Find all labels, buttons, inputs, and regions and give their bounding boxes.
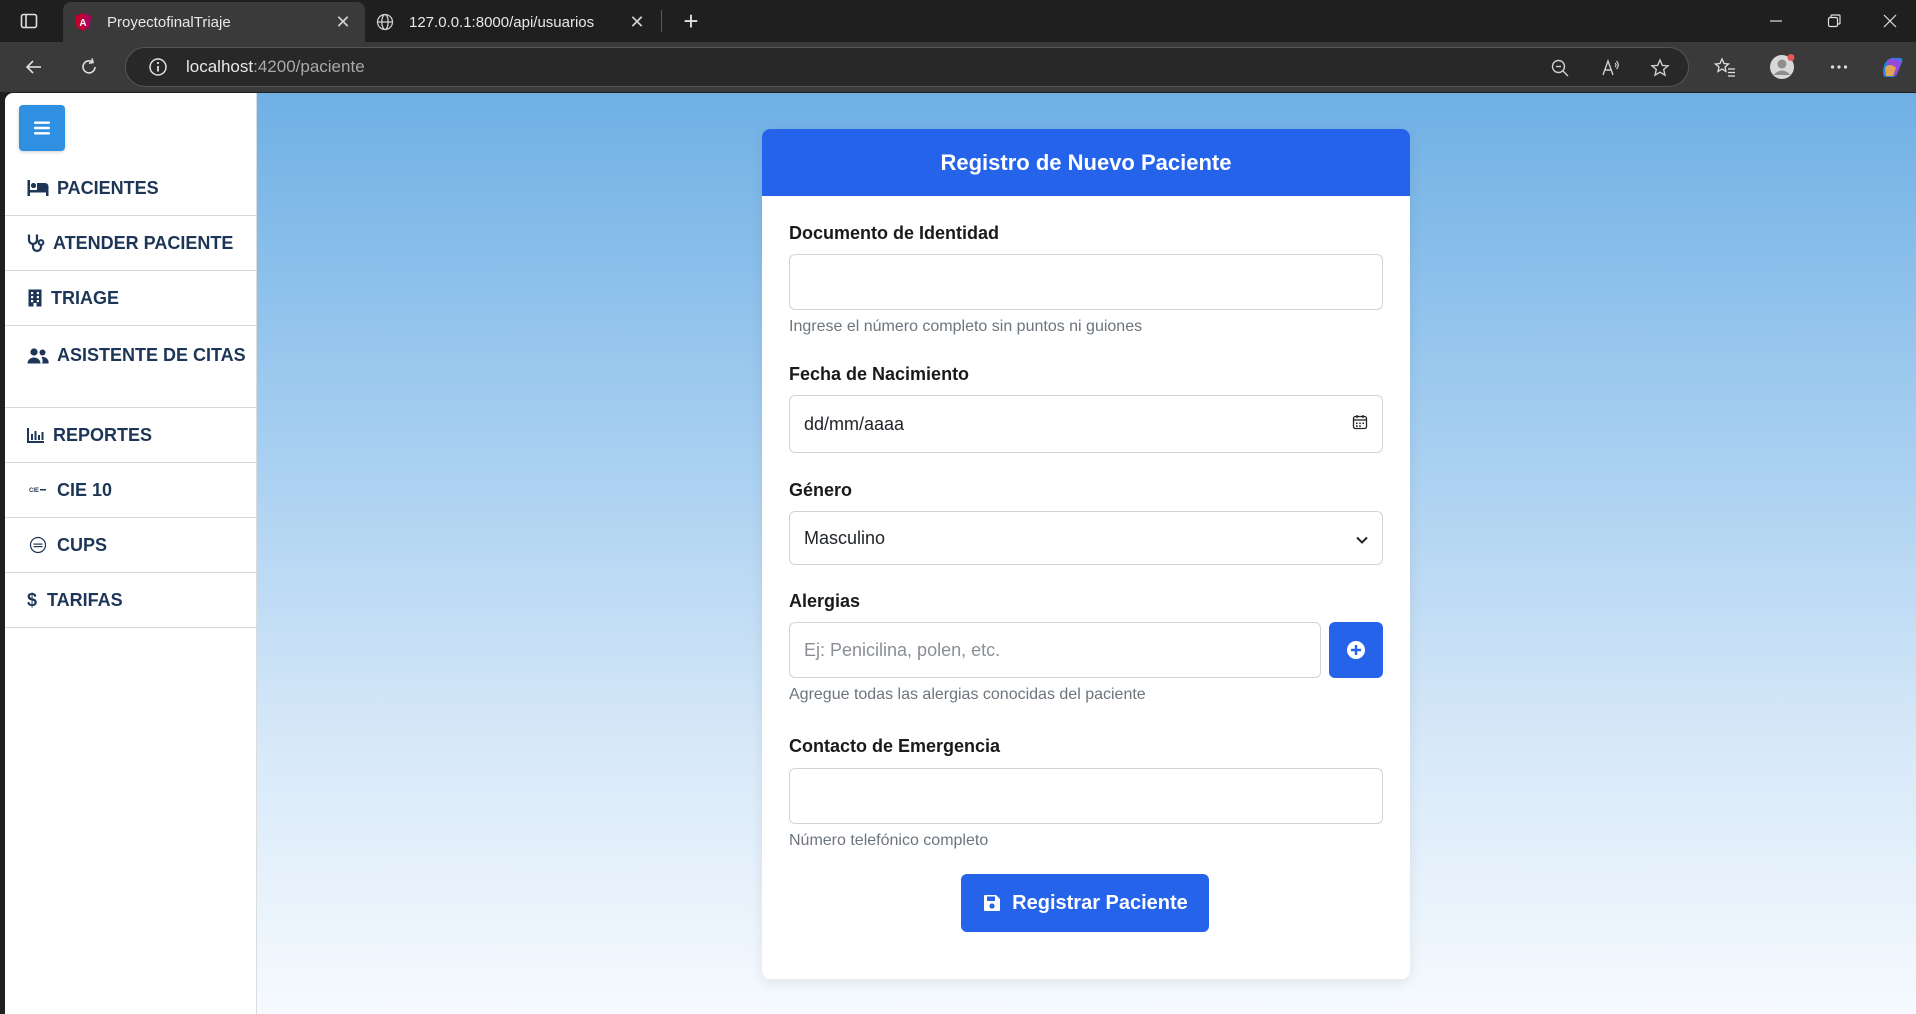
tab-title: ProyectofinalTriaje bbox=[107, 13, 231, 31]
favorite-star-icon[interactable] bbox=[1648, 56, 1672, 80]
sidebar-item-label: PACIENTES bbox=[57, 177, 159, 198]
angular-icon: A bbox=[73, 12, 93, 32]
page-viewport: PACIENTES ATENDER PACIENTE TRIAGE ASISTE… bbox=[5, 93, 1916, 1014]
alergias-label: Alergias bbox=[789, 591, 861, 611]
add-alergia-button[interactable] bbox=[1329, 622, 1383, 678]
browser-tab-bar: A ProyectofinalTriaje ✕ 127.0.0.1:8000/a… bbox=[0, 0, 1916, 42]
genero-label: Género bbox=[789, 480, 853, 500]
bed-icon bbox=[27, 177, 49, 199]
sidebar-item-label: ASISTENTE DE CITAS bbox=[57, 345, 246, 365]
sidebar-nav: PACIENTES ATENDER PACIENTE TRIAGE ASISTE… bbox=[5, 161, 256, 628]
favorites-icon[interactable] bbox=[1709, 51, 1741, 83]
cups-icon bbox=[27, 534, 49, 556]
menu-toggle-button[interactable] bbox=[19, 105, 65, 151]
sidebar: PACIENTES ATENDER PACIENTE TRIAGE ASISTE… bbox=[5, 93, 257, 1014]
fecha-input[interactable]: dd/mm/aaaa bbox=[789, 395, 1383, 453]
alergias-placeholder: Ej: Penicilina, polen, etc. bbox=[804, 639, 1001, 660]
tab-divider bbox=[661, 10, 662, 32]
documento-help: Ingrese el número completo sin puntos ni… bbox=[789, 318, 1143, 335]
sidebar-item-label: REPORTES bbox=[53, 424, 153, 445]
tab-title: 127.0.0.1:8000/api/usuarios bbox=[409, 13, 595, 31]
sidebar-item-triage[interactable]: TRIAGE bbox=[5, 271, 256, 326]
form-title: Registro de Nuevo Paciente bbox=[762, 129, 1410, 196]
reload-icon[interactable] bbox=[73, 51, 105, 83]
genero-select[interactable]: Masculino bbox=[789, 511, 1383, 565]
chart-icon bbox=[27, 424, 45, 446]
more-options-icon[interactable] bbox=[1823, 51, 1855, 83]
sidebar-item-pacientes[interactable]: PACIENTES bbox=[5, 161, 256, 216]
sidebar-item-asistente-de-citas[interactable]: ASISTENTE DE CITAS bbox=[5, 326, 256, 408]
svg-text:CIE: CIE bbox=[29, 488, 39, 494]
sidebar-item-label: CIE 10 bbox=[57, 479, 113, 500]
close-window-icon[interactable] bbox=[1862, 0, 1916, 42]
svg-text:$: $ bbox=[27, 590, 37, 610]
globe-icon bbox=[375, 12, 395, 32]
save-icon bbox=[984, 895, 1001, 911]
restore-icon[interactable] bbox=[1806, 0, 1862, 42]
address-bar[interactable]: localhost:4200/paciente bbox=[125, 47, 1689, 87]
contacto-input[interactable] bbox=[789, 768, 1383, 824]
close-tab-icon[interactable]: ✕ bbox=[623, 8, 651, 36]
cie-icon: CIE bbox=[27, 479, 49, 501]
submit-label: Registrar Paciente bbox=[1012, 891, 1188, 914]
fecha-placeholder: dd/mm/aaaa bbox=[804, 413, 905, 434]
zoom-out-icon[interactable] bbox=[1548, 56, 1572, 80]
browser-toolbar: localhost:4200/paciente bbox=[0, 42, 1916, 92]
sidebar-item-reportes[interactable]: REPORTES bbox=[5, 408, 256, 463]
alergias-input[interactable]: Ej: Penicilina, polen, etc. bbox=[789, 622, 1321, 678]
contacto-label: Contacto de Emergencia bbox=[789, 736, 1001, 756]
sidebar-item-label: TARIFAS bbox=[47, 589, 123, 610]
url-text: localhost:4200/paciente bbox=[186, 57, 365, 76]
fecha-label: Fecha de Nacimiento bbox=[789, 364, 970, 384]
genero-selected: Masculino bbox=[804, 527, 886, 548]
tab-actions-icon[interactable] bbox=[18, 10, 40, 32]
main-content: Registro de Nuevo Paciente Documento de … bbox=[257, 93, 1916, 1014]
tab-proyecto[interactable]: A ProyectofinalTriaje ✕ bbox=[63, 2, 365, 42]
close-tab-icon[interactable]: ✕ bbox=[329, 8, 357, 36]
sidebar-item-cups[interactable]: CUPS bbox=[5, 518, 256, 573]
chevron-down-icon bbox=[1356, 528, 1368, 549]
tab-api-usuarios[interactable]: 127.0.0.1:8000/api/usuarios ✕ bbox=[365, 2, 659, 42]
plus-circle-icon bbox=[1347, 641, 1365, 659]
stethoscope-icon bbox=[27, 232, 45, 254]
new-tab-icon[interactable]: + bbox=[676, 6, 706, 36]
alergias-help: Agregue todas las alergias conocidas del… bbox=[789, 686, 1146, 703]
svg-text:A: A bbox=[79, 18, 86, 29]
hamburger-icon bbox=[34, 121, 50, 135]
minimize-icon[interactable] bbox=[1748, 0, 1804, 42]
calendar-icon[interactable] bbox=[1352, 414, 1368, 435]
sidebar-item-cie-10[interactable]: CIE CIE 10 bbox=[5, 463, 256, 518]
read-aloud-icon[interactable] bbox=[1598, 56, 1622, 80]
registrar-paciente-button[interactable]: Registrar Paciente bbox=[961, 874, 1209, 932]
dollar-icon: $ bbox=[27, 589, 39, 611]
sidebar-item-atender-paciente[interactable]: ATENDER PACIENTE bbox=[5, 216, 256, 271]
documento-label: Documento de Identidad bbox=[789, 223, 1000, 243]
patient-registration-card: Registro de Nuevo Paciente Documento de … bbox=[762, 129, 1410, 979]
sidebar-item-label: CUPS bbox=[57, 534, 108, 555]
sidebar-item-label: TRIAGE bbox=[51, 287, 120, 308]
profile-avatar-icon[interactable] bbox=[1766, 51, 1798, 83]
sidebar-item-tarifas[interactable]: $ TARIFAS bbox=[5, 573, 256, 628]
contacto-help: Número telefónico completo bbox=[789, 832, 989, 849]
site-info-icon[interactable] bbox=[146, 55, 170, 79]
copilot-icon[interactable] bbox=[1876, 51, 1908, 83]
documento-input[interactable] bbox=[789, 254, 1383, 310]
sidebar-item-label: ATENDER PACIENTE bbox=[53, 232, 234, 253]
users-icon bbox=[27, 345, 49, 367]
building-icon bbox=[27, 287, 43, 309]
back-icon[interactable] bbox=[18, 51, 50, 83]
